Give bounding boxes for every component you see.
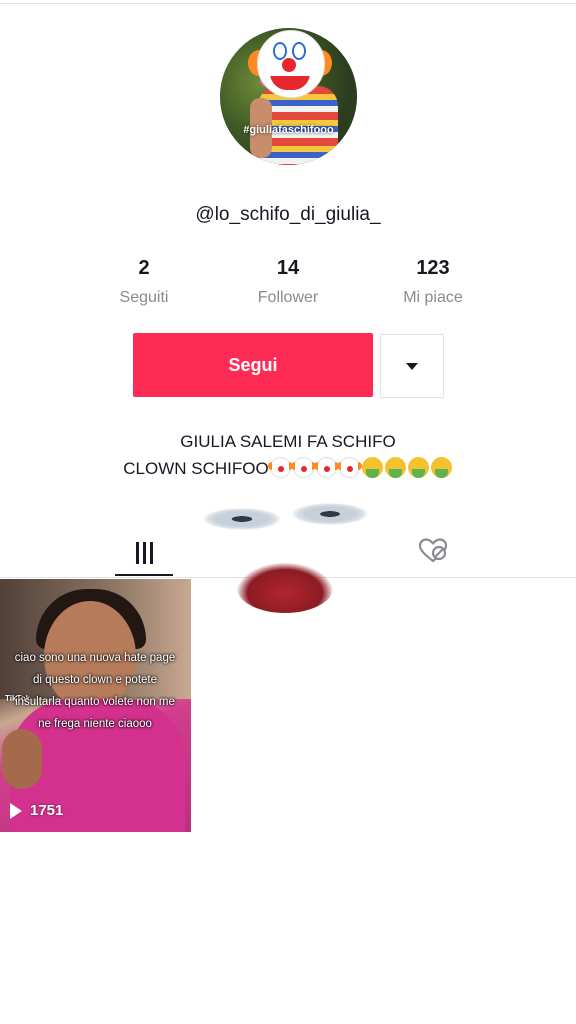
video-person-hand: [2, 729, 42, 789]
stat-likes-value: 123: [416, 257, 450, 279]
vomiting-face-icon: [430, 457, 452, 478]
video-caption: ciao sono una nuova hate page di questo …: [14, 652, 176, 730]
overlay-eye-right: [292, 503, 368, 525]
bio-line-1: GIULIA SALEMI FA SCHIFO: [180, 432, 396, 451]
grid-bars-icon: [135, 542, 153, 564]
bio-line-2: CLOWN SCHIFOO: [0, 455, 576, 482]
stat-likes-label: Mi piace: [403, 289, 463, 306]
stat-following-value: 2: [138, 257, 150, 279]
more-options-button[interactable]: [380, 334, 444, 398]
tab-active-indicator: [115, 574, 173, 576]
clown-face-icon: [290, 457, 316, 478]
vomiting-face-icon: [407, 457, 429, 478]
follow-button[interactable]: Segui: [133, 333, 373, 397]
stat-followers-value: 14: [276, 257, 300, 279]
clown-face-icon: [313, 457, 339, 478]
video-play-count: 1751: [10, 802, 63, 819]
tab-videos[interactable]: [115, 528, 173, 578]
top-divider: [0, 3, 576, 4]
play-count-value: 1751: [30, 802, 64, 819]
vomiting-face-icon: [361, 457, 383, 478]
triangle-down-icon: [406, 362, 418, 370]
overlay-eye-left: [203, 508, 281, 530]
avatar-watermark-text: #giuliafaschifooo: [243, 124, 334, 136]
play-icon: [10, 802, 22, 819]
heart-hidden-icon: [418, 538, 448, 563]
stat-followers-label: Follower: [257, 289, 319, 306]
stat-likes: 123 Mi piace: [363, 256, 503, 308]
profile-username: @lo_schifo_di_giulia_: [195, 204, 381, 225]
bio-line-2-text: CLOWN SCHIFOO: [123, 459, 269, 478]
clown-face-icon: [336, 457, 362, 478]
stat-following[interactable]: 2 Seguiti: [74, 256, 214, 308]
tab-liked[interactable]: [412, 532, 454, 568]
profile-bio: GIULIA SALEMI FA SCHIFO CLOWN SCHIFOO: [0, 428, 576, 482]
stat-followers[interactable]: 14 Follower: [218, 256, 358, 308]
vomiting-face-icon: [384, 457, 406, 478]
video-thumbnail[interactable]: TikTok ciao sono una nuova hate page di …: [0, 579, 191, 832]
clown-face-icon: [267, 457, 293, 478]
clown-eye-right: [292, 42, 306, 60]
profile-avatar[interactable]: #giuliafaschifooo: [220, 28, 357, 165]
clown-eye-left: [273, 42, 287, 60]
overlay-lips: [237, 563, 333, 613]
clown-nose: [282, 58, 296, 72]
stat-following-label: Seguiti: [119, 289, 169, 306]
